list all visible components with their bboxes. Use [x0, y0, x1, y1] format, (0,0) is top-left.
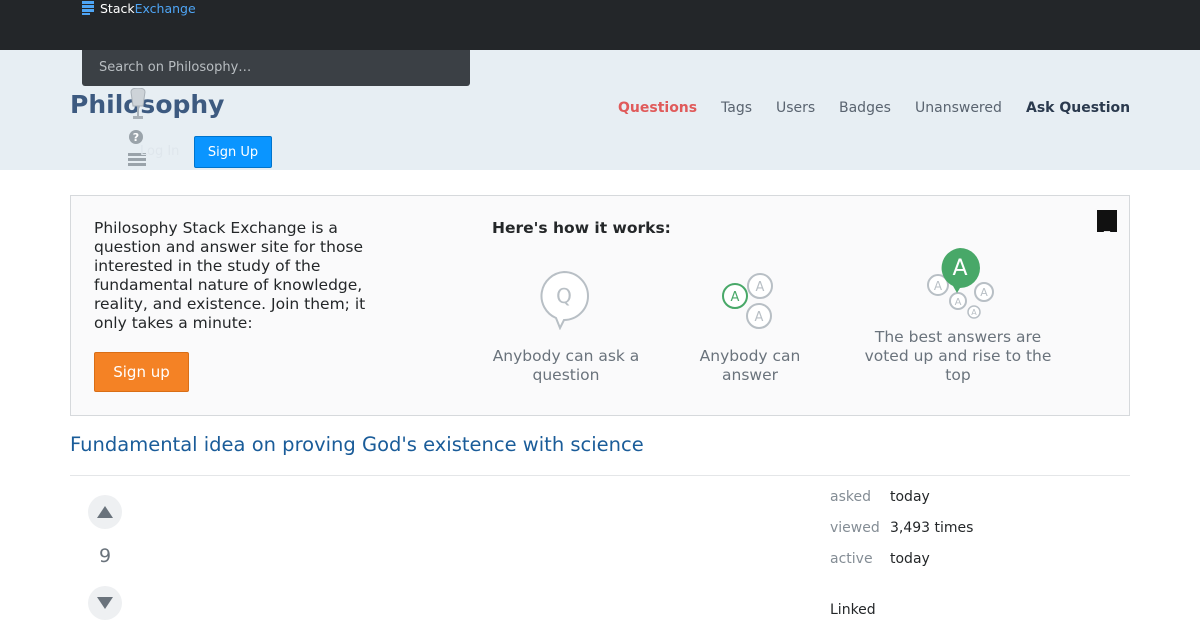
- ask-question-button[interactable]: Ask Question: [1026, 100, 1130, 116]
- site-description: Philosophy Stack Exchange is a question …: [94, 219, 366, 332]
- header-icons: ?: [128, 87, 148, 174]
- svg-text:?: ?: [133, 131, 139, 144]
- question-bubble-icon: Q: [538, 270, 590, 334]
- step-answer-label: Anybody can answer: [699, 347, 801, 384]
- asked-label: asked: [830, 489, 871, 505]
- vote-count: 9: [98, 545, 112, 567]
- viewed-value: 3,493 times: [890, 520, 974, 536]
- arrow-down-icon: [97, 597, 113, 609]
- search-input[interactable]: Search on Philosophy…: [82, 50, 470, 86]
- svg-text:A: A: [955, 297, 962, 308]
- top-bar: StackExchange: [0, 0, 1200, 50]
- nav-unanswered[interactable]: Unanswered: [915, 100, 1002, 116]
- close-banner-button[interactable]: _: [1097, 210, 1117, 232]
- question-title[interactable]: Fundamental idea on proving God's existe…: [70, 433, 644, 456]
- hero-signup-button[interactable]: Sign up: [94, 352, 189, 392]
- svg-text:A: A: [971, 308, 977, 317]
- arrow-up-icon: [97, 506, 113, 518]
- viewed-label: viewed: [830, 520, 880, 536]
- downvote-button[interactable]: [88, 586, 122, 620]
- svg-text:Q: Q: [556, 284, 572, 308]
- welcome-banner: Philosophy Stack Exchange is a question …: [70, 195, 1130, 416]
- logo-text-primary: Stack: [100, 0, 135, 16]
- nav-tags[interactable]: Tags: [721, 100, 752, 116]
- active-label: active: [830, 551, 873, 567]
- svg-text:A: A: [755, 310, 764, 325]
- linked-heading: Linked: [830, 602, 876, 618]
- stackexchange-logo[interactable]: StackExchange: [82, 0, 196, 16]
- step-vote-label: The best answers are voted up and rise t…: [864, 328, 1052, 384]
- answer-bubbles-icon: A A A: [721, 272, 777, 336]
- logo-text-secondary: Exchange: [134, 0, 196, 16]
- step-ask-label: Anybody can ask a question: [492, 347, 640, 384]
- svg-text:A: A: [934, 279, 943, 293]
- asked-value: today: [890, 489, 930, 505]
- how-it-works-heading: Here's how it works:: [492, 219, 671, 237]
- stackexchange-icon: [82, 1, 94, 15]
- active-value[interactable]: today: [890, 551, 930, 567]
- nav-questions[interactable]: Questions: [618, 100, 697, 116]
- svg-text:A: A: [952, 256, 967, 281]
- signup-button[interactable]: Sign Up: [194, 136, 272, 168]
- login-link[interactable]: Log In: [140, 144, 179, 159]
- upvote-button[interactable]: [88, 495, 122, 529]
- svg-text:A: A: [756, 280, 765, 295]
- lamp-icon: [128, 87, 148, 126]
- nav-badges[interactable]: Badges: [839, 100, 891, 116]
- svg-text:A: A: [731, 290, 740, 305]
- top-answer-icon: A A A A A: [922, 246, 998, 326]
- nav-users[interactable]: Users: [776, 100, 815, 116]
- title-divider: [70, 475, 1130, 476]
- svg-text:A: A: [980, 286, 988, 299]
